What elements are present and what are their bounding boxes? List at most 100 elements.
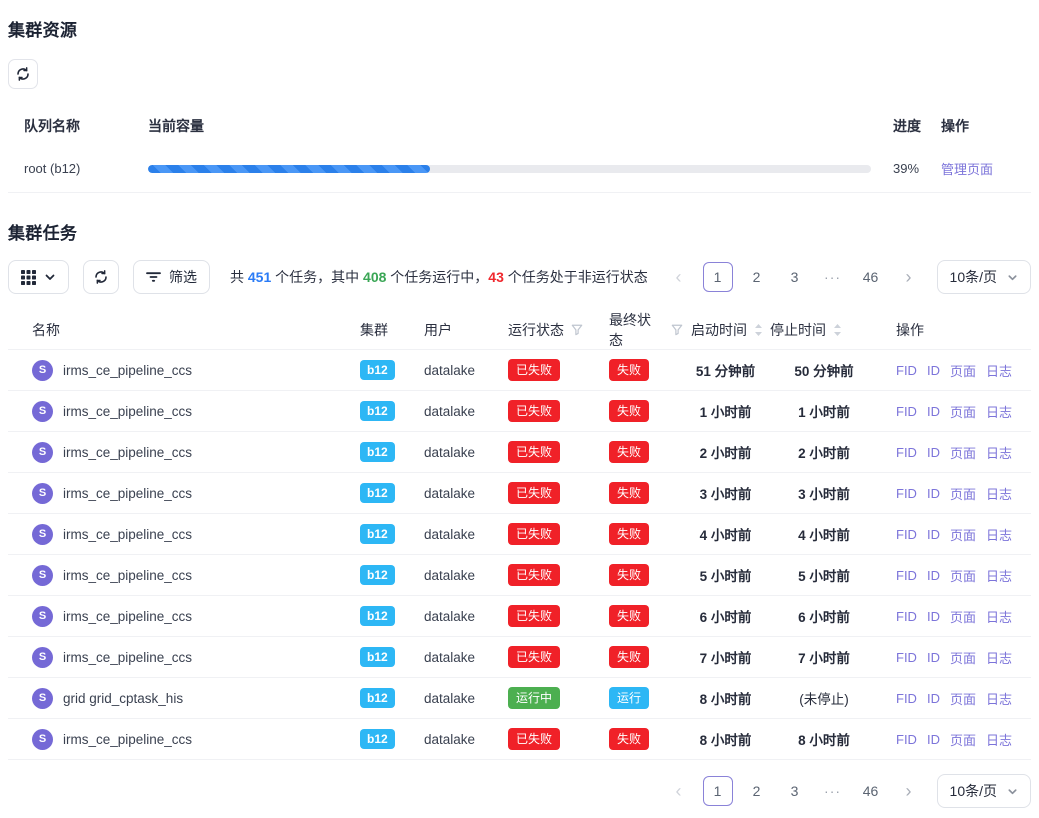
avatar: S xyxy=(32,442,53,463)
cluster-badge: b12 xyxy=(360,360,395,380)
action-log-link[interactable]: 日志 xyxy=(986,730,1012,749)
action-log-link[interactable]: 日志 xyxy=(986,689,1012,708)
action-fid-link[interactable]: FID xyxy=(896,404,917,419)
cluster-badge: b12 xyxy=(360,688,395,708)
action-log-link[interactable]: 日志 xyxy=(986,566,1012,585)
table-row: S irms_ce_pipeline_ccs b12 datalake 已失败 … xyxy=(8,555,1031,596)
action-fid-link[interactable]: FID xyxy=(896,691,917,706)
final-status-header-label: 最终状态 xyxy=(609,310,664,350)
funnel-filter-icon[interactable] xyxy=(571,324,583,336)
action-page-link[interactable]: 页面 xyxy=(950,443,976,462)
refresh-icon xyxy=(93,269,109,285)
action-page-link[interactable]: 页面 xyxy=(950,689,976,708)
action-log-link[interactable]: 日志 xyxy=(986,525,1012,544)
filter-button[interactable]: 筛选 xyxy=(133,260,210,294)
action-id-link[interactable]: ID xyxy=(927,445,940,460)
stop-time: 2 小时前 xyxy=(768,442,880,462)
user-cell: datalake xyxy=(408,404,492,419)
refresh-resources-button[interactable] xyxy=(8,59,38,89)
action-fid-link[interactable]: FID xyxy=(896,486,917,501)
cluster-badge: b12 xyxy=(360,647,395,667)
action-fid-link[interactable]: FID xyxy=(896,650,917,665)
action-log-link[interactable]: 日志 xyxy=(986,402,1012,421)
sort-icon[interactable] xyxy=(833,323,842,337)
action-page-link[interactable]: 页面 xyxy=(950,484,976,503)
page-list: ‹123···46› xyxy=(665,262,923,292)
tasks-toolbar: 筛选 共 451 个任务，其中 408 个任务运行中，43 个任务处于非运行状态… xyxy=(8,260,1031,294)
row-actions: FID ID 页面日志 xyxy=(880,484,1031,503)
progress-value: 39% xyxy=(871,161,935,176)
progress-header: 进度 xyxy=(871,116,935,136)
start-time: 8 小时前 xyxy=(683,729,768,749)
action-fid-link[interactable]: FID xyxy=(896,732,917,747)
table-row: S irms_ce_pipeline_ccs b12 datalake 已失败 … xyxy=(8,637,1031,678)
task-table-header: 名称 集群 用户 运行状态 最终状态 xyxy=(8,310,1031,350)
resources-section-title: 集群资源 xyxy=(8,16,1031,41)
action-fid-link[interactable]: FID xyxy=(896,527,917,542)
action-fid-link[interactable]: FID xyxy=(896,609,917,624)
page-button-3[interactable]: 3 xyxy=(781,776,809,806)
final-status-badge: 运行 xyxy=(609,687,649,709)
action-page-link[interactable]: 页面 xyxy=(950,361,976,380)
start-time: 5 小时前 xyxy=(683,565,768,585)
final-status-badge: 失败 xyxy=(609,646,649,668)
start-time: 51 分钟前 xyxy=(683,360,768,380)
action-page-link[interactable]: 页面 xyxy=(950,402,976,421)
final-status-badge: 失败 xyxy=(609,564,649,586)
action-fid-link[interactable]: FID xyxy=(896,445,917,460)
action-page-link[interactable]: 页面 xyxy=(950,525,976,544)
action-log-link[interactable]: 日志 xyxy=(986,361,1012,380)
action-page-link[interactable]: 页面 xyxy=(950,730,976,749)
action-id-link[interactable]: ID xyxy=(927,609,940,624)
table-row: S irms_ce_pipeline_ccs b12 datalake 已失败 … xyxy=(8,514,1031,555)
final-status-header: 最终状态 xyxy=(593,310,683,350)
avatar-letter: S xyxy=(39,364,46,376)
next-page-button[interactable]: › xyxy=(895,262,923,292)
action-id-link[interactable]: ID xyxy=(927,691,940,706)
final-status-badge: 失败 xyxy=(609,523,649,545)
sort-icon[interactable] xyxy=(754,323,763,337)
action-fid-link[interactable]: FID xyxy=(896,363,917,378)
action-id-link[interactable]: ID xyxy=(927,568,940,583)
action-id-link[interactable]: ID xyxy=(927,527,940,542)
action-id-link[interactable]: ID xyxy=(927,732,940,747)
chevron-down-icon xyxy=(1007,272,1018,283)
queue-name: root (b12) xyxy=(8,161,148,176)
page-button-46[interactable]: 46 xyxy=(857,262,885,292)
action-id-link[interactable]: ID xyxy=(927,363,940,378)
action-page-link[interactable]: 页面 xyxy=(950,648,976,667)
funnel-filter-icon[interactable] xyxy=(671,324,683,336)
page-button-1[interactable]: 1 xyxy=(703,776,733,806)
action-id-link[interactable]: ID xyxy=(927,404,940,419)
manage-page-link[interactable]: 管理页面 xyxy=(941,162,993,177)
action-log-link[interactable]: 日志 xyxy=(986,484,1012,503)
page-size-select[interactable]: 10条/页 xyxy=(937,774,1031,808)
action-page-link[interactable]: 页面 xyxy=(950,566,976,585)
refresh-tasks-button[interactable] xyxy=(83,260,119,294)
queue-actions-header: 操作 xyxy=(935,116,1031,136)
summary-text: 个任务，其中 xyxy=(271,269,363,285)
action-log-link[interactable]: 日志 xyxy=(986,648,1012,667)
next-page-button[interactable]: › xyxy=(895,776,923,806)
action-page-link[interactable]: 页面 xyxy=(950,607,976,626)
task-table: 名称 集群 用户 运行状态 最终状态 xyxy=(8,310,1031,760)
refresh-icon xyxy=(15,66,31,82)
user-header: 用户 xyxy=(408,320,492,340)
page-button-3[interactable]: 3 xyxy=(781,262,809,292)
page-button-1[interactable]: 1 xyxy=(703,262,733,292)
action-id-link[interactable]: ID xyxy=(927,650,940,665)
avatar: S xyxy=(32,729,53,750)
page-size-select[interactable]: 10条/页 xyxy=(937,260,1031,294)
chevron-down-icon xyxy=(44,271,56,283)
layout-grid-dropdown-button[interactable] xyxy=(8,260,69,294)
page-button-46[interactable]: 46 xyxy=(857,776,885,806)
action-id-link[interactable]: ID xyxy=(927,486,940,501)
page-button-2[interactable]: 2 xyxy=(743,776,771,806)
prev-page-button: ‹ xyxy=(665,776,693,806)
summary-text: 共 xyxy=(230,269,248,285)
page-button-2[interactable]: 2 xyxy=(743,262,771,292)
action-log-link[interactable]: 日志 xyxy=(986,443,1012,462)
run-status-badge: 已失败 xyxy=(508,605,560,627)
action-fid-link[interactable]: FID xyxy=(896,568,917,583)
action-log-link[interactable]: 日志 xyxy=(986,607,1012,626)
